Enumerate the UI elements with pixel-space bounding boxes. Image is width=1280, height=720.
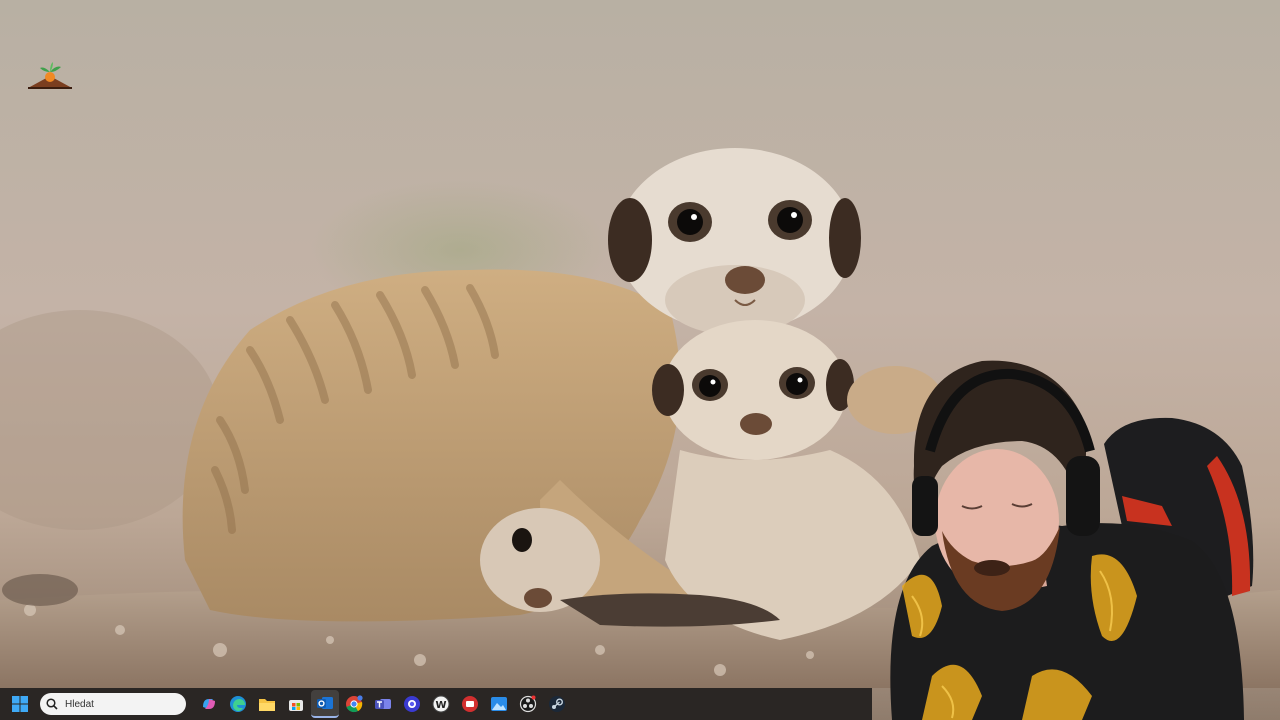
recorder-icon[interactable] <box>456 690 484 718</box>
photos-icon[interactable] <box>485 690 513 718</box>
teams-icon[interactable] <box>369 690 397 718</box>
steam-icon[interactable] <box>543 690 571 718</box>
edge-icon[interactable] <box>224 690 252 718</box>
assistant-icon[interactable] <box>398 690 426 718</box>
copilot-icon[interactable] <box>195 690 223 718</box>
webcam-overlay <box>872 356 1280 720</box>
search-icon <box>46 695 58 714</box>
windows-start-icon[interactable] <box>6 690 34 718</box>
taskbar-search-box[interactable] <box>40 693 186 715</box>
wordpad-icon[interactable]: W <box>427 690 455 718</box>
obs-icon[interactable] <box>514 690 542 718</box>
chrome-icon[interactable] <box>340 690 368 718</box>
outlook-icon[interactable] <box>311 690 339 718</box>
microsoft-store-icon[interactable] <box>282 690 310 718</box>
search-input[interactable] <box>63 697 177 711</box>
carrot-garden-icon[interactable] <box>26 60 74 94</box>
svg-text:W: W <box>435 700 446 711</box>
file-explorer-icon[interactable] <box>253 690 281 718</box>
taskbar: W <box>0 688 872 720</box>
